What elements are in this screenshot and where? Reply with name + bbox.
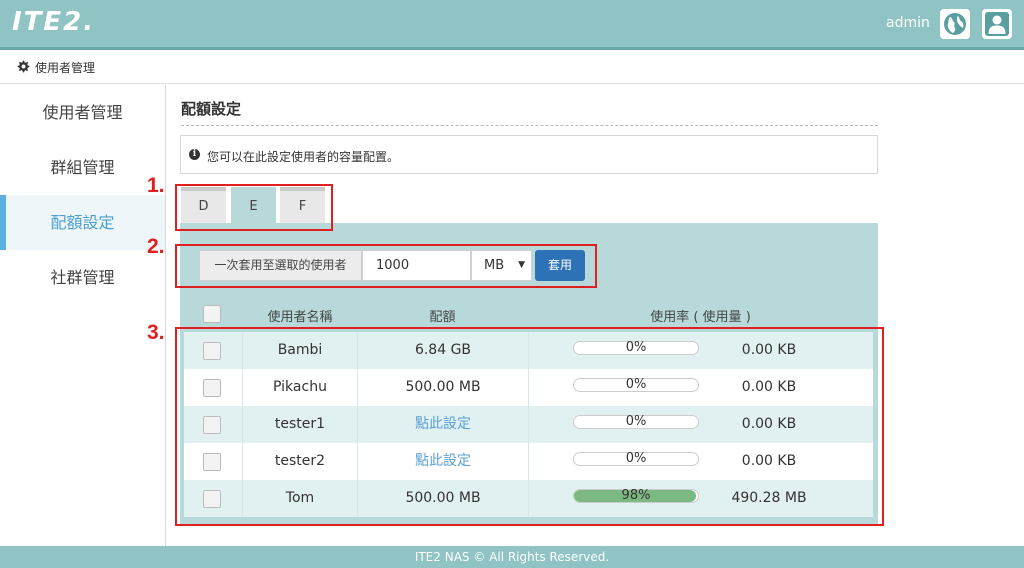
column-header-name: 使用者名稱 — [267, 310, 333, 325]
annotation-number-1: 1. — [147, 174, 165, 197]
logo: ITE2. — [12, 7, 96, 37]
top-bar: ITE2. admin — [0, 0, 1024, 47]
annotation-box-3 — [175, 327, 884, 526]
account-button[interactable] — [982, 9, 1012, 39]
sidebar-item-group-management[interactable]: 群組管理 — [0, 140, 165, 195]
gear-icon — [17, 60, 30, 73]
column-header-quota: 配額 — [429, 310, 456, 325]
page-title: 配額設定 — [181, 100, 242, 118]
user-name[interactable]: admin — [886, 15, 930, 31]
info-text: 您可以在此設定使用者的容量配置。 — [207, 150, 400, 164]
info-icon: i — [189, 149, 200, 160]
select-all-checkbox[interactable] — [203, 305, 221, 323]
annotation-box-2 — [175, 244, 597, 288]
column-header-usage: 使用率 ( 使用量 ) — [650, 310, 751, 325]
user-icon — [985, 12, 1009, 36]
annotation-number-3: 3. — [147, 321, 165, 344]
info-box: i 您可以在此設定使用者的容量配置。 — [180, 135, 878, 174]
sidebar-item-community-management[interactable]: 社群管理 — [0, 250, 165, 305]
globe-icon — [944, 13, 966, 35]
footer: ITE2 NAS © All Rights Reserved. — [0, 546, 1024, 568]
breadcrumb: 使用者管理 — [0, 50, 1024, 84]
breadcrumb-text[interactable]: 使用者管理 — [35, 59, 95, 76]
sidebar: 使用者管理 群組管理 配額設定 社群管理 — [0, 85, 166, 546]
annotation-number-2: 2. — [147, 235, 165, 258]
title-divider — [181, 125, 878, 126]
annotation-box-1 — [175, 184, 333, 231]
language-button[interactable] — [940, 9, 970, 39]
sidebar-item-quota-settings[interactable]: 配額設定 — [0, 195, 165, 250]
sidebar-item-user-management[interactable]: 使用者管理 — [0, 85, 165, 140]
